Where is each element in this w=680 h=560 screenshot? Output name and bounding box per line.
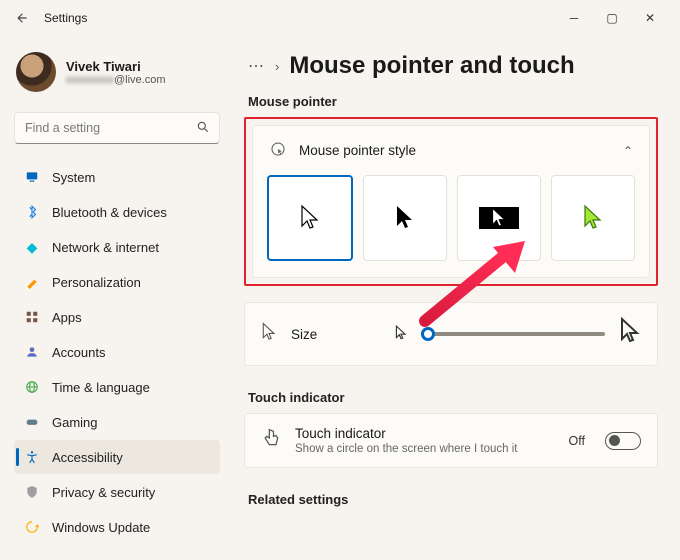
sidebar-item-time-language[interactable]: Time & language	[14, 370, 220, 404]
user-card[interactable]: Vivek Tiwari xxxxxxxx@live.com	[14, 48, 220, 102]
main-panel: ⋯ › Mouse pointer and touch Mouse pointe…	[230, 36, 680, 560]
sidebar-item-privacy[interactable]: Privacy & security	[14, 475, 220, 509]
size-slider[interactable]	[421, 332, 605, 336]
breadcrumb: ⋯ › Mouse pointer and touch	[248, 52, 658, 80]
slider-thumb[interactable]	[421, 327, 435, 341]
accessibility-icon	[24, 449, 40, 465]
pointer-style-white[interactable]	[267, 175, 353, 261]
gamepad-icon	[24, 414, 40, 430]
card-title: Mouse pointer style	[299, 143, 416, 158]
sidebar-item-label: Time & language	[52, 380, 150, 395]
size-min-icon	[395, 325, 407, 344]
pointer-style-custom[interactable]	[551, 175, 635, 261]
maximize-button[interactable]: ▢	[600, 11, 624, 25]
sidebar-item-accounts[interactable]: Accounts	[14, 335, 220, 369]
user-email: xxxxxxxx@live.com	[66, 74, 166, 86]
sidebar-item-bluetooth[interactable]: Bluetooth & devices	[14, 195, 220, 229]
search-input[interactable]	[14, 112, 220, 144]
sidebar-item-label: Accessibility	[52, 450, 123, 465]
touch-toggle[interactable]	[605, 432, 641, 450]
touch-card-title: Touch indicator	[295, 426, 555, 441]
page-title: Mouse pointer and touch	[289, 52, 574, 80]
sidebar-item-apps[interactable]: Apps	[14, 300, 220, 334]
pointer-style-grid	[253, 175, 649, 277]
sidebar-item-label: Apps	[52, 310, 82, 325]
breadcrumb-ellipsis[interactable]: ⋯	[248, 56, 265, 76]
close-button[interactable]: ✕	[638, 11, 662, 25]
search-row	[14, 112, 220, 144]
sidebar: Vivek Tiwari xxxxxxxx@live.com System Bl…	[0, 36, 230, 560]
sidebar-item-update[interactable]: Windows Update	[14, 510, 220, 544]
window-controls: ─ ▢ ✕	[562, 11, 672, 25]
size-label: Size	[291, 327, 381, 342]
user-name: Vivek Tiwari	[66, 59, 166, 74]
wifi-icon: ◆	[24, 239, 40, 255]
brush-icon	[24, 274, 40, 290]
bluetooth-icon	[24, 204, 40, 220]
update-icon	[24, 519, 40, 535]
section-touch-indicator-label: Touch indicator	[248, 390, 658, 405]
nav-list: System Bluetooth & devices ◆ Network & i…	[14, 160, 220, 544]
cursor-icon	[261, 322, 277, 347]
sidebar-item-network[interactable]: ◆ Network & internet	[14, 230, 220, 264]
sidebar-item-gaming[interactable]: Gaming	[14, 405, 220, 439]
sidebar-item-label: Windows Update	[52, 520, 150, 535]
pointer-style-inverted[interactable]	[457, 175, 541, 261]
card-header[interactable]: Mouse pointer style ⌃	[253, 126, 649, 175]
settings-window: Settings ─ ▢ ✕ Vivek Tiwari xxxxxxxx@liv…	[0, 0, 680, 560]
chevron-up-icon: ⌃	[623, 144, 633, 158]
sidebar-item-label: Accounts	[52, 345, 105, 360]
size-max-icon	[619, 317, 641, 351]
pointer-style-black[interactable]	[363, 175, 447, 261]
sidebar-item-label: Gaming	[52, 415, 98, 430]
touch-card-desc: Show a circle on the screen where I touc…	[295, 443, 555, 455]
titlebar: Settings ─ ▢ ✕	[0, 0, 680, 36]
sidebar-item-label: Personalization	[52, 275, 141, 290]
sidebar-item-label: Privacy & security	[52, 485, 155, 500]
sidebar-item-label: Bluetooth & devices	[52, 205, 167, 220]
section-mouse-pointer-label: Mouse pointer	[248, 94, 658, 109]
section-related-label: Related settings	[248, 492, 658, 507]
back-button[interactable]	[8, 4, 36, 32]
chevron-right-icon: ›	[275, 59, 279, 74]
sidebar-item-label: System	[52, 170, 95, 185]
toggle-state-label: Off	[569, 434, 585, 448]
app-title: Settings	[44, 11, 87, 25]
avatar	[16, 52, 56, 92]
sidebar-item-accessibility[interactable]: Accessibility	[14, 440, 220, 474]
monitor-icon	[24, 169, 40, 185]
sidebar-item-personalization[interactable]: Personalization	[14, 265, 220, 299]
pointer-size-card: Size	[244, 302, 658, 366]
mouse-pointer-style-card: Mouse pointer style ⌃	[252, 125, 650, 278]
person-icon	[24, 344, 40, 360]
sidebar-item-system[interactable]: System	[14, 160, 220, 194]
apps-icon	[24, 309, 40, 325]
search-icon	[196, 120, 210, 137]
minimize-button[interactable]: ─	[562, 11, 586, 25]
sidebar-item-label: Network & internet	[52, 240, 159, 255]
shield-icon	[24, 484, 40, 500]
touch-icon	[261, 428, 281, 453]
globe-icon	[24, 379, 40, 395]
annotation-highlight-box: Mouse pointer style ⌃	[244, 117, 658, 286]
pointer-icon	[269, 140, 287, 161]
touch-indicator-card: Touch indicator Show a circle on the scr…	[244, 413, 658, 468]
